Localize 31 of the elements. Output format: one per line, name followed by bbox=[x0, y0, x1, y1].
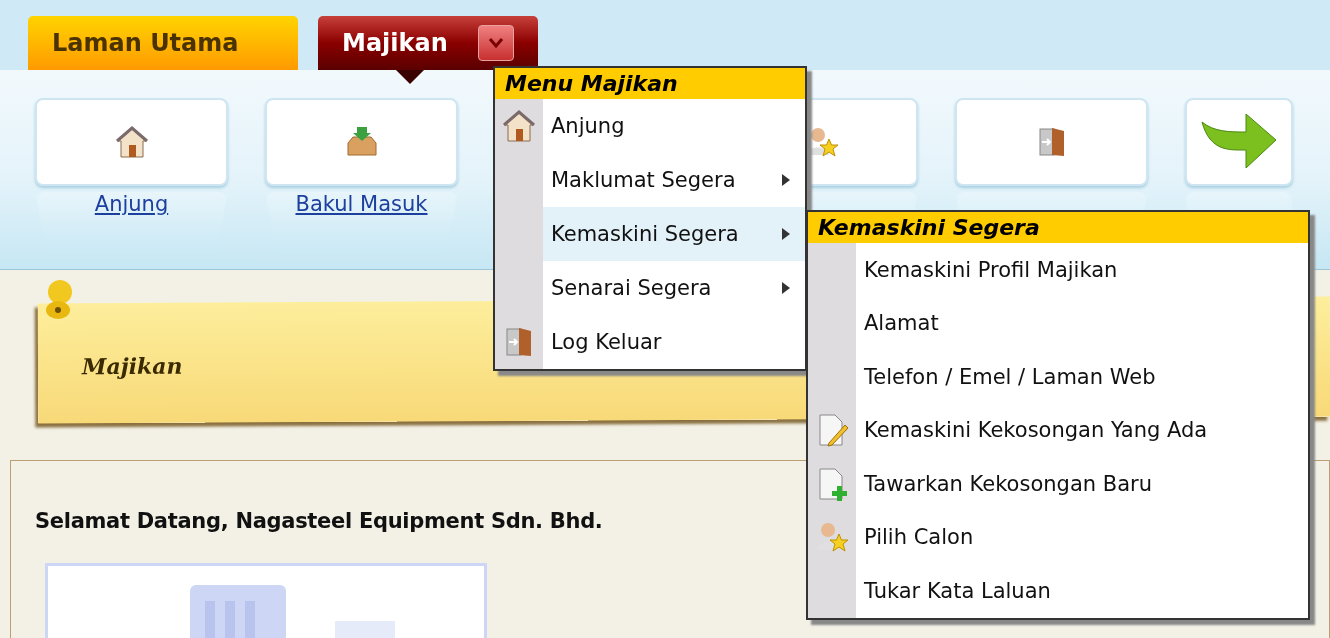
house-icon bbox=[502, 109, 536, 143]
menu-item[interactable]: Kemaskini Kekosongan Yang Ada bbox=[808, 403, 1308, 457]
menu-item[interactable]: Tukar Kata Laluan bbox=[808, 564, 1308, 618]
menu-item[interactable]: Telefon / Emel / Laman Web bbox=[808, 350, 1308, 404]
menu-item[interactable]: Tawarkan Kekosongan Baru bbox=[808, 457, 1308, 511]
house-icon bbox=[114, 125, 149, 159]
menu-item[interactable]: Log Keluar bbox=[495, 315, 805, 369]
menu-item[interactable]: Kemaskini Profil Majikan bbox=[808, 243, 1308, 297]
toolbar-button[interactable] bbox=[955, 98, 1148, 186]
dropdown-button[interactable] bbox=[477, 25, 514, 61]
toolbar-button[interactable] bbox=[35, 98, 228, 186]
menu-item[interactable]: Kemaskini Segera bbox=[495, 207, 805, 261]
menu-item[interactable]: Senarai Segera bbox=[495, 261, 805, 315]
nav-tab[interactable]: Laman Utama bbox=[28, 16, 298, 70]
nav-tab[interactable]: Majikan bbox=[318, 16, 538, 70]
welcome-text: Selamat Datang, Nagasteel Equipment Sdn. Bhd. bbox=[35, 509, 604, 533]
note-title: Majikan bbox=[81, 352, 183, 380]
menu-item[interactable]: Anjung bbox=[495, 99, 805, 153]
menu-item[interactable]: Maklumat Segera bbox=[495, 153, 805, 207]
toolbar-link[interactable]: Bakul Masuk bbox=[295, 192, 428, 216]
menu-title: Menu Majikan bbox=[495, 68, 805, 99]
inbox-icon bbox=[344, 125, 379, 159]
arrow-icon bbox=[1200, 112, 1278, 172]
menu-item[interactable]: Alamat bbox=[808, 296, 1308, 350]
toolbar-button[interactable] bbox=[1185, 98, 1293, 186]
toolbar-link[interactable]: Anjung bbox=[94, 192, 169, 216]
menu-item[interactable]: Pilih Calon bbox=[808, 510, 1308, 564]
chevron-icon bbox=[487, 37, 504, 49]
submenu-title: Kemaskini Segera bbox=[808, 212, 1308, 243]
toolbar-button[interactable] bbox=[265, 98, 458, 186]
person-star-icon bbox=[804, 125, 839, 159]
